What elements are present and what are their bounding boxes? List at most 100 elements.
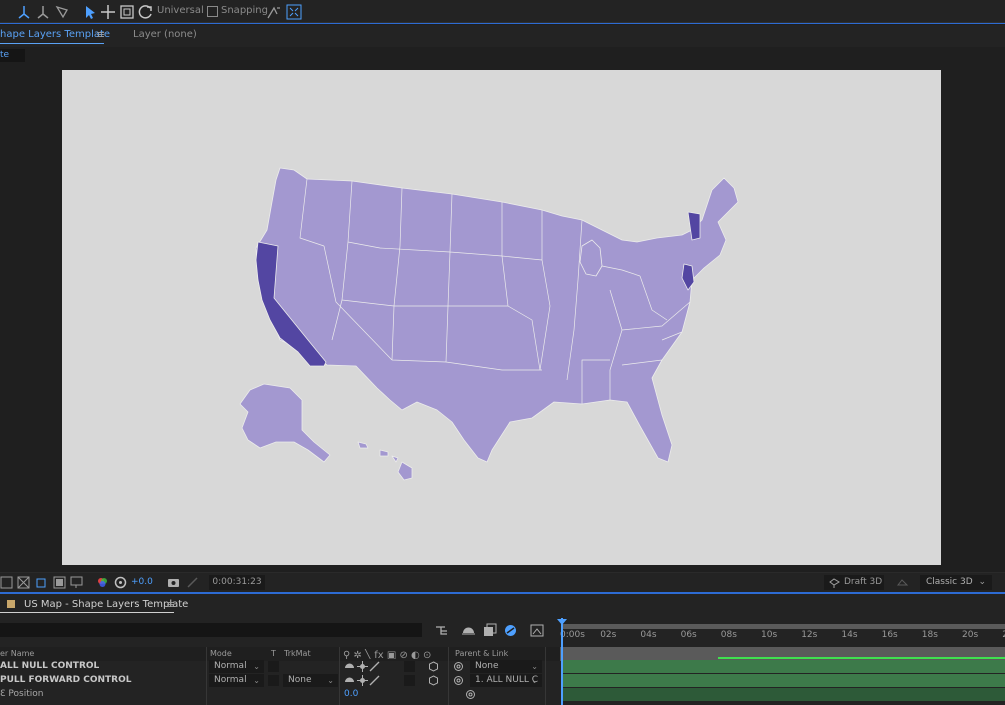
zoom-tool-icon[interactable]: [119, 4, 135, 20]
renderer-label: Classic 3D: [926, 577, 973, 587]
snapshot-icon[interactable]: [167, 576, 180, 589]
time-tick-label: 16s: [881, 630, 898, 640]
snapping-checkbox[interactable]: [207, 6, 218, 17]
track-matte-dropdown[interactable]: None ⌄: [283, 674, 338, 687]
toolbar-divider: [0, 23, 1005, 24]
local-axis-icon[interactable]: [16, 4, 32, 20]
playhead-handle[interactable]: [557, 619, 567, 625]
preserve-transparency-toggle[interactable]: [268, 675, 279, 686]
renderer-dropdown[interactable]: Classic 3D ⌄: [920, 575, 992, 590]
keyframe-range-line: [718, 657, 1005, 659]
viewer-controls-bar: +0.0 0:00:31:23 Draft 3D Classic 3D ⌄: [0, 572, 1005, 592]
tab-layer[interactable]: Layer (none): [133, 29, 197, 40]
composition-flowchart-icon[interactable]: [435, 623, 450, 638]
view-axis-icon[interactable]: [54, 4, 70, 20]
blend-mode-dropdown[interactable]: Normal ⌄: [209, 660, 264, 673]
expand-icon[interactable]: [286, 4, 302, 20]
hand-tool-icon[interactable]: [100, 4, 116, 20]
property-value[interactable]: 0.0: [344, 689, 358, 699]
draft-3d-icon: [829, 578, 840, 588]
layer-column-header: er Name Mode T TrkMat ⚲ ✲ ╲ fx ▣ ⊘ ◐ ⊙ P…: [0, 647, 560, 661]
property-row[interactable]: Ꜫ Position 0.0: [0, 688, 560, 702]
world-axis-icon[interactable]: [35, 4, 51, 20]
parent-dropdown[interactable]: 1. ALL NULL C ⌄: [470, 674, 542, 687]
panel-menu-icon[interactable]: ≡: [96, 28, 105, 41]
pickwhip-icon[interactable]: [453, 661, 464, 672]
magnification-icon[interactable]: [0, 576, 13, 589]
blend-mode-dropdown[interactable]: Normal ⌄: [209, 674, 264, 687]
timeline-comp-tab[interactable]: US Map - Shape Layers Template: [24, 599, 188, 610]
pickwhip-icon[interactable]: [453, 675, 464, 686]
timeline-panel: US Map - Shape Layers Template ≡ 0:00s 02…: [0, 592, 1005, 705]
layer-name[interactable]: ALL NULL CONTROL: [0, 661, 99, 671]
3d-layer-switch-icon[interactable]: [428, 675, 439, 686]
us-map: [239, 167, 739, 481]
roi-icon[interactable]: [35, 576, 48, 589]
transparency-grid-icon[interactable]: [53, 576, 66, 589]
graph-editor-icon[interactable]: [530, 623, 545, 638]
collapse-switch-icon[interactable]: [357, 661, 368, 672]
shy-switch-icon[interactable]: [344, 661, 355, 672]
show-snapshot-icon[interactable]: [186, 576, 199, 589]
property-name: Ꜫ Position: [0, 689, 44, 699]
time-tick-label: 04s: [640, 630, 657, 640]
header-t: T: [271, 649, 276, 658]
preserve-transparency-toggle[interactable]: [268, 661, 279, 672]
layer-row[interactable]: ALL NULL CONTROL Normal ⌄ None ⌄: [0, 660, 560, 674]
grid-guides-icon[interactable]: [70, 576, 83, 589]
motion-blur-switch[interactable]: [404, 675, 415, 686]
time-ruler[interactable]: 0:00s02s04s06s08s10s12s14s16s18s20s2: [560, 620, 1005, 648]
quality-switch-icon[interactable]: [369, 675, 380, 686]
time-tick-label: 20s: [962, 630, 979, 640]
tab-composition[interactable]: hape Layers Template: [0, 29, 110, 40]
timeline-menu-icon[interactable]: ≡: [166, 598, 175, 611]
shy-layers-icon[interactable]: [461, 623, 476, 638]
shy-switch-icon[interactable]: [344, 675, 355, 686]
layer-row[interactable]: PULL FORWARD CONTROL Normal ⌄ None ⌄ 1. AL…: [0, 674, 560, 688]
time-tick-label: 02s: [600, 630, 617, 640]
time-ticks: 0:00s02s04s06s08s10s12s14s16s18s20s2: [560, 630, 1005, 648]
frame-blending-icon[interactable]: [482, 623, 497, 638]
rotate-tool-icon[interactable]: [138, 4, 154, 20]
chevron-down-icon: ⌄: [253, 676, 260, 685]
collapse-switch-icon[interactable]: [357, 675, 368, 686]
pickwhip-icon[interactable]: [465, 689, 476, 700]
layer-duration-bar[interactable]: [563, 674, 1005, 687]
comp-breadcrumb-item[interactable]: te: [0, 49, 25, 62]
parent-value: 1. ALL NULL C: [475, 675, 538, 685]
time-navigator[interactable]: [563, 624, 1005, 629]
exposure-reset-icon[interactable]: [114, 576, 127, 589]
top-toolbar: Universal Snapping: [0, 0, 1005, 24]
selection-tool-icon[interactable]: [82, 4, 98, 20]
chevron-down-icon: ⌄: [327, 676, 334, 685]
property-name-text: Position: [8, 689, 44, 699]
alaska-shape: [239, 383, 331, 463]
time-tick-label: 08s: [720, 630, 737, 640]
time-tick-label: 18s: [921, 630, 938, 640]
active-tab-underline: [0, 43, 104, 44]
comp-canvas[interactable]: [62, 70, 941, 565]
layer-duration-bar[interactable]: [563, 660, 1005, 673]
layer-search-input[interactable]: [0, 623, 422, 637]
playhead-line[interactable]: [561, 618, 563, 705]
header-layer-name[interactable]: er Name: [0, 649, 34, 658]
current-time-display[interactable]: 0:00:31:23: [209, 575, 265, 590]
snap-options-icon[interactable]: [266, 4, 282, 20]
quality-switch-icon[interactable]: [369, 661, 380, 672]
parent-dropdown[interactable]: None ⌄: [470, 660, 542, 673]
layer-name[interactable]: PULL FORWARD CONTROL: [0, 675, 132, 685]
timeline-tab-underline: [0, 612, 174, 613]
motion-blur-switch[interactable]: [404, 661, 415, 672]
hawaii-big-island-shape: [397, 461, 413, 481]
draft-3d-toggle[interactable]: Draft 3D: [824, 575, 884, 590]
layer-duration-bar[interactable]: [563, 688, 1005, 701]
motion-blur-icon[interactable]: [503, 623, 518, 638]
channel-icon[interactable]: [96, 576, 109, 589]
resolution-icon[interactable]: [17, 576, 30, 589]
3d-ground-plane-icon[interactable]: [896, 576, 909, 589]
chevron-down-icon: ⌄: [531, 662, 538, 671]
svg-text:⚲ ✲ ╲ fx ▣ ⊘ ◐ ⊙: ⚲ ✲ ╲ fx ▣ ⊘ ◐ ⊙: [343, 649, 431, 659]
3d-layer-switch-icon[interactable]: [428, 661, 439, 672]
universal-label[interactable]: Universal: [157, 5, 204, 16]
exposure-value[interactable]: +0.0: [131, 577, 153, 587]
